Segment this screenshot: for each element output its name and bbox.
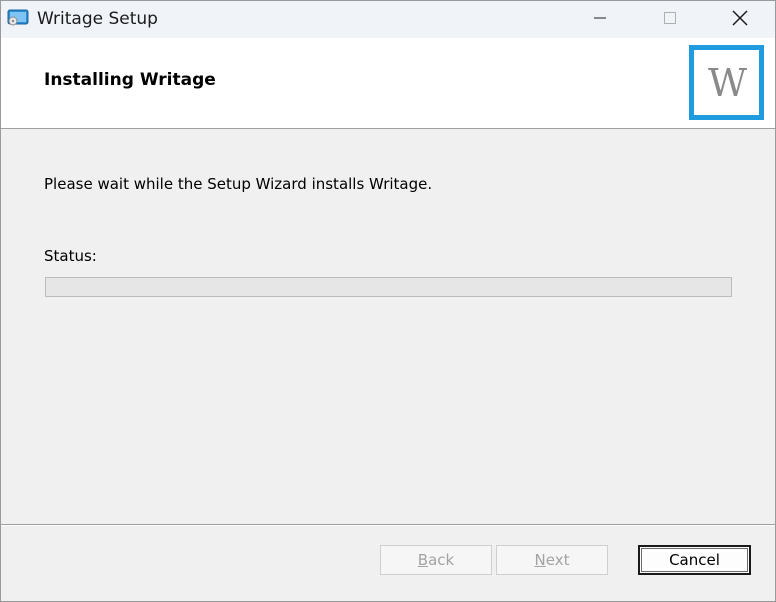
- back-label-text: Back: [417, 551, 455, 569]
- back-button[interactable]: Back: [380, 545, 492, 575]
- maximize-icon: [662, 10, 678, 30]
- cancel-button[interactable]: Cancel: [638, 545, 751, 575]
- maximize-button[interactable]: [635, 1, 705, 38]
- wizard-header: Installing Writage W: [1, 38, 775, 129]
- install-message: Please wait while the Setup Wizard insta…: [44, 175, 433, 193]
- cancel-button-label: Cancel: [669, 551, 720, 569]
- install-progress-bar: [45, 277, 732, 297]
- minimize-button[interactable]: [565, 1, 635, 38]
- page-title: Installing Writage: [44, 70, 216, 90]
- close-icon: [731, 9, 749, 31]
- minimize-icon: [592, 10, 608, 30]
- status-label: Status:: [44, 247, 97, 265]
- writage-logo: W: [689, 45, 764, 120]
- setup-window: Writage Setup Installing Writage W Pleas…: [0, 0, 776, 602]
- back-button-label: Back: [418, 551, 454, 569]
- title-bar[interactable]: Writage Setup: [1, 1, 775, 38]
- window-title: Writage Setup: [37, 9, 158, 29]
- footer-divider-highlight: [1, 525, 775, 526]
- next-label-text: Next: [534, 551, 570, 569]
- logo-letter: W: [707, 60, 747, 105]
- close-button[interactable]: [705, 1, 775, 38]
- installer-app-icon: [7, 9, 29, 27]
- next-button[interactable]: Next: [496, 545, 608, 575]
- next-button-label: Next: [535, 551, 570, 569]
